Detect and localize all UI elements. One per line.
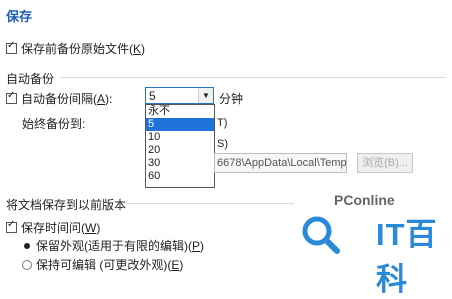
save-original-backup-label[interactable]: 保存前备份原始文件(K) bbox=[21, 40, 145, 57]
save-time-checkbox[interactable] bbox=[6, 219, 17, 233]
backup-path-field[interactable]: 6678\AppData\Local\Temp\ bbox=[214, 153, 347, 173]
autobackup-divider bbox=[60, 77, 446, 78]
interval-option[interactable]: 10 bbox=[146, 131, 214, 144]
autobackup-interval-checkbox[interactable] bbox=[6, 90, 17, 104]
pconline-watermark: PConline IT百科 bbox=[300, 190, 448, 297]
save-time-label[interactable]: 保存时间问(W) bbox=[21, 219, 100, 236]
interval-selected-value: 5 bbox=[149, 89, 156, 103]
page-title: 保存 bbox=[6, 9, 33, 24]
save-original-backup-checkbox[interactable] bbox=[6, 40, 17, 54]
interval-unit-label: 分钟 bbox=[219, 92, 244, 106]
autobackup-interval-select[interactable]: 5 ▼ bbox=[145, 87, 214, 104]
radio-keep-appearance-label[interactable]: 保留外观(适用于有限的编辑)(P) bbox=[36, 237, 204, 254]
chevron-down-icon[interactable]: ▼ bbox=[198, 88, 213, 103]
watermark-big-text: IT百科 bbox=[376, 217, 438, 297]
interval-option[interactable]: 60 bbox=[146, 170, 214, 183]
interval-option[interactable]: 20 bbox=[146, 144, 214, 157]
versions-divider bbox=[124, 203, 294, 204]
browse-button[interactable]: 浏览(B)... bbox=[357, 153, 413, 173]
watermark-brand: PConline bbox=[334, 192, 395, 208]
save-original-backup-option[interactable]: 保存前备份原始文件(K) bbox=[6, 40, 145, 57]
autobackup-interval-option[interactable]: 自动备份间隔(A): bbox=[6, 90, 112, 107]
radio-keep-editable[interactable]: 保持可编辑 (可更改外观)(E) bbox=[22, 256, 183, 273]
radio-keep-editable-dot[interactable] bbox=[22, 259, 32, 270]
autobackup-interval-label[interactable]: 自动备份间隔(A): bbox=[21, 90, 112, 107]
interval-option[interactable]: 永不 bbox=[146, 105, 214, 118]
search-icon bbox=[302, 216, 340, 254]
interval-option[interactable]: 30 bbox=[146, 157, 214, 170]
clipped-option-1: T) bbox=[217, 117, 228, 129]
interval-dropdown-list[interactable]: 永不 5 10 20 30 60 bbox=[145, 104, 215, 188]
always-backup-to-label: 始终备份到: bbox=[22, 117, 86, 131]
radio-keep-appearance[interactable]: 保留外观(适用于有限的编辑)(P) bbox=[22, 237, 204, 254]
save-time-option[interactable]: 保存时间问(W) bbox=[6, 219, 100, 236]
clipped-option-2: S) bbox=[217, 138, 228, 150]
interval-option-selected[interactable]: 5 bbox=[146, 118, 214, 131]
autobackup-section-title: 自动备份 bbox=[6, 72, 55, 86]
versions-section-title: 将文档保存到以前版本 bbox=[6, 198, 127, 212]
radio-keep-editable-label[interactable]: 保持可编辑 (可更改外观)(E) bbox=[36, 256, 183, 273]
radio-keep-appearance-dot[interactable] bbox=[24, 242, 30, 249]
